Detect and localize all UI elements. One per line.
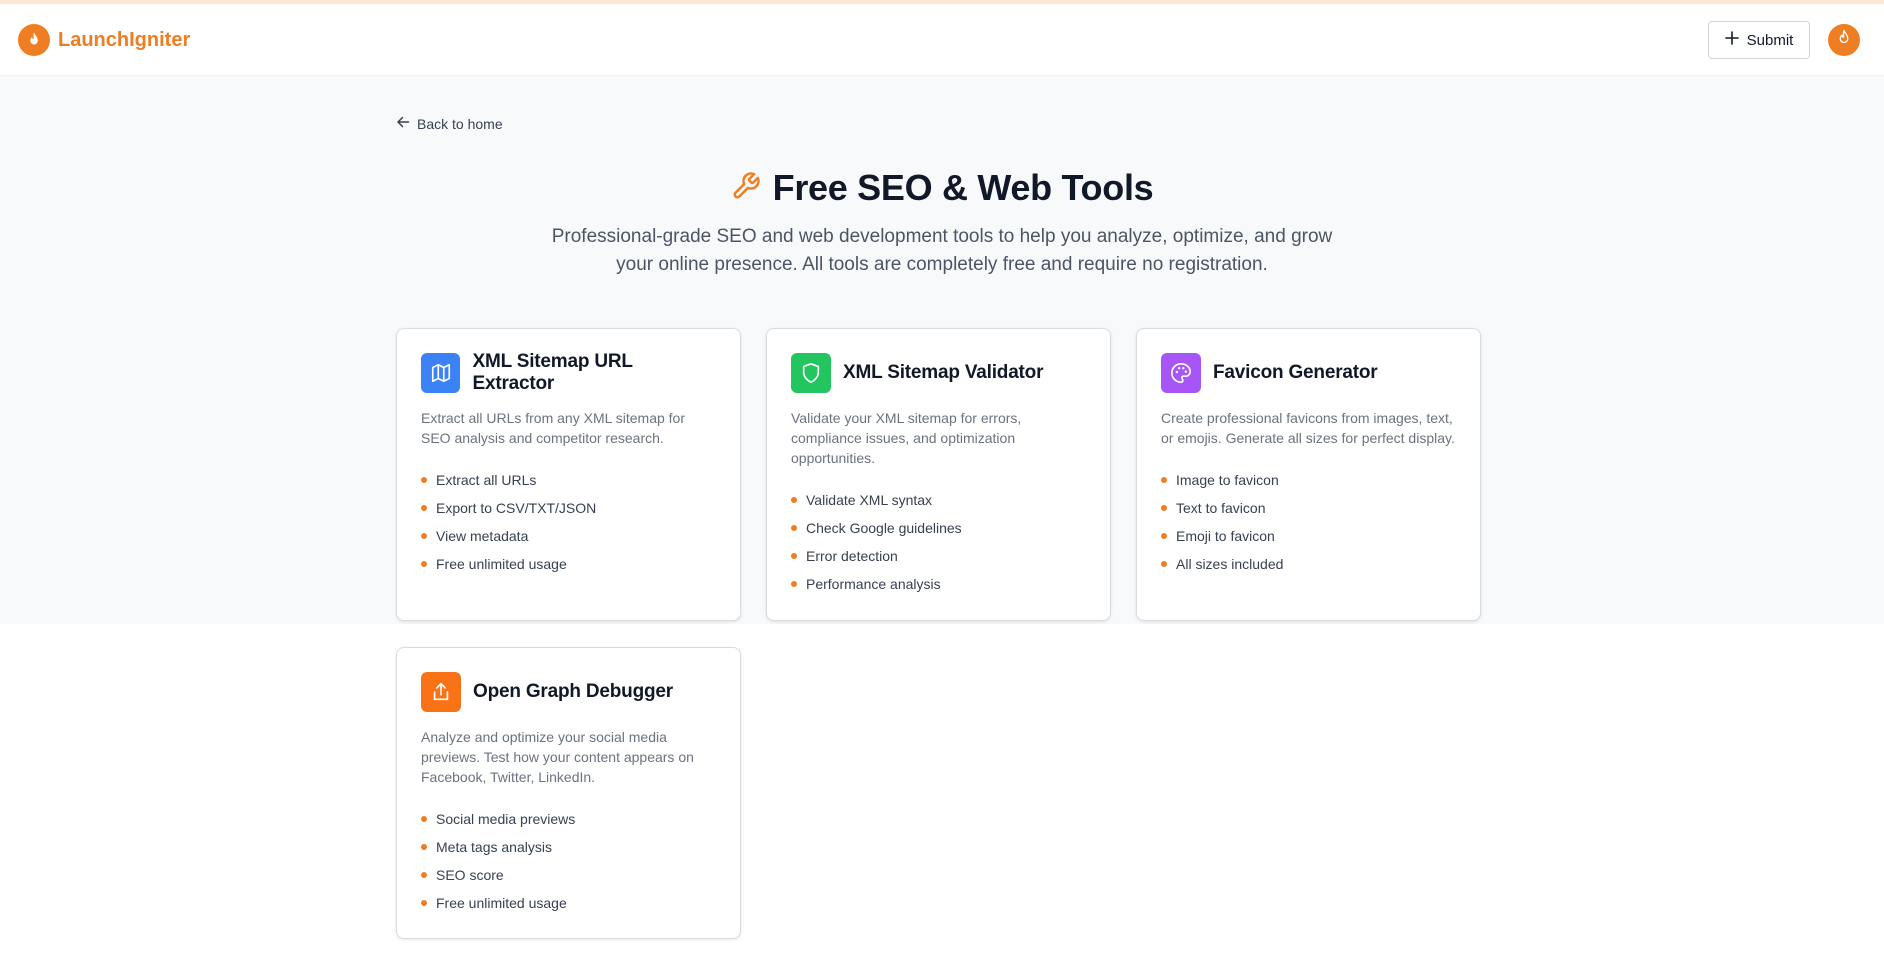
plus-icon <box>1724 31 1739 49</box>
map-icon <box>421 353 461 393</box>
card-title: Open Graph Debugger <box>473 681 673 702</box>
bullet-dot <box>421 844 427 850</box>
bullet-dot <box>421 505 427 511</box>
feature-list: Extract all URLs Export to CSV/TXT/JSON … <box>421 466 716 578</box>
bullet-dot <box>421 816 427 822</box>
feature-item: Free unlimited usage <box>421 550 716 578</box>
feature-item: Free unlimited usage <box>421 889 716 917</box>
submit-button[interactable]: Submit <box>1708 21 1810 59</box>
feature-label: Performance analysis <box>806 576 941 592</box>
feature-label: Emoji to favicon <box>1176 528 1275 544</box>
feature-item: Emoji to favicon <box>1161 522 1456 550</box>
card-title: Favicon Generator <box>1213 362 1378 383</box>
wrench-icon <box>731 171 761 206</box>
back-link-label: Back to home <box>417 115 503 132</box>
card-title: XML Sitemap URL Extractor <box>472 351 633 394</box>
feature-item: Social media previews <box>421 805 716 833</box>
back-to-home-link[interactable]: Back to home <box>396 115 503 132</box>
feature-item: Meta tags analysis <box>421 833 716 861</box>
bullet-dot <box>421 561 427 567</box>
feature-label: Check Google guidelines <box>806 520 962 536</box>
feature-item: Image to favicon <box>1161 466 1456 494</box>
user-avatar[interactable] <box>1828 24 1860 56</box>
feature-list: Social media previews Meta tags analysis… <box>421 805 716 917</box>
card-description: Analyze and optimize your social media p… <box>421 729 694 785</box>
bullet-dot <box>791 525 797 531</box>
feature-label: Export to CSV/TXT/JSON <box>436 500 597 516</box>
bullet-dot <box>421 533 427 539</box>
share-icon <box>421 672 461 712</box>
page-title: Free SEO & Web Tools <box>772 167 1154 208</box>
site-header: LaunchIgniter Submit <box>0 4 1884 76</box>
feature-item: Error detection <box>791 542 1086 570</box>
card-title: XML Sitemap Validator <box>843 362 1044 383</box>
feature-label: Extract all URLs <box>436 472 537 488</box>
tool-card-sitemap-extractor[interactable]: XML Sitemap URL Extractor Extract all UR… <box>396 328 741 621</box>
feature-label: SEO score <box>436 867 504 883</box>
feature-label: View metadata <box>436 528 529 544</box>
bullet-dot <box>1161 477 1167 483</box>
brand-logo[interactable]: LaunchIgniter <box>18 24 190 56</box>
bullet-dot <box>791 553 797 559</box>
feature-item: Extract all URLs <box>421 466 716 494</box>
submit-label: Submit <box>1746 31 1794 49</box>
feature-label: Social media previews <box>436 811 576 827</box>
bullet-dot <box>791 497 797 503</box>
bullet-dot <box>421 900 427 906</box>
feature-item: Export to CSV/TXT/JSON <box>421 494 716 522</box>
feature-item: Performance analysis <box>791 570 1086 598</box>
feature-list: Validate XML syntax Check Google guideli… <box>791 486 1086 598</box>
feature-item: View metadata <box>421 522 716 550</box>
feature-label: Validate XML syntax <box>806 492 933 508</box>
feature-label: All sizes included <box>1176 556 1284 572</box>
bullet-dot <box>421 477 427 483</box>
feature-item: All sizes included <box>1161 550 1456 578</box>
bullet-dot <box>1161 533 1167 539</box>
bullet-dot <box>1161 561 1167 567</box>
feature-label: Free unlimited usage <box>436 895 567 911</box>
feature-label: Image to favicon <box>1176 472 1279 488</box>
bullet-dot <box>1161 505 1167 511</box>
feature-label: Meta tags analysis <box>436 839 552 855</box>
page-title-row: Free SEO & Web Tools <box>0 165 1884 211</box>
feature-item: Validate XML syntax <box>791 486 1086 514</box>
feature-label: Free unlimited usage <box>436 556 567 572</box>
tool-card-sitemap-validator[interactable]: XML Sitemap Validator Validate your XML … <box>766 328 1111 621</box>
feature-label: Error detection <box>806 548 898 564</box>
feature-item: Text to favicon <box>1161 494 1456 522</box>
brand-name: LaunchIgniter <box>58 28 191 51</box>
card-description: Extract all URLs from any XML sitemap fo… <box>421 410 686 446</box>
tool-card-favicon-generator[interactable]: Favicon Generator Create professional fa… <box>1136 328 1481 621</box>
card-description: Validate your XML sitemap for errors, co… <box>791 410 1022 466</box>
flame-icon <box>18 24 50 56</box>
bullet-dot <box>421 872 427 878</box>
bullet-dot <box>791 581 797 587</box>
palette-icon <box>1161 353 1201 393</box>
feature-label: Text to favicon <box>1176 500 1266 516</box>
feature-item: SEO score <box>421 861 716 889</box>
feature-item: Check Google guidelines <box>791 514 1086 542</box>
arrow-left-icon <box>396 115 410 132</box>
card-description: Create professional favicons from images… <box>1161 410 1455 446</box>
shield-icon <box>791 353 831 393</box>
flame-icon <box>1835 28 1853 53</box>
feature-list: Image to favicon Text to favicon Emoji t… <box>1161 466 1456 578</box>
page-subtitle: Professional-grade SEO and web developme… <box>551 226 1333 275</box>
tool-card-open-graph-debugger[interactable]: Open Graph Debugger Analyze and optimize… <box>396 647 741 939</box>
